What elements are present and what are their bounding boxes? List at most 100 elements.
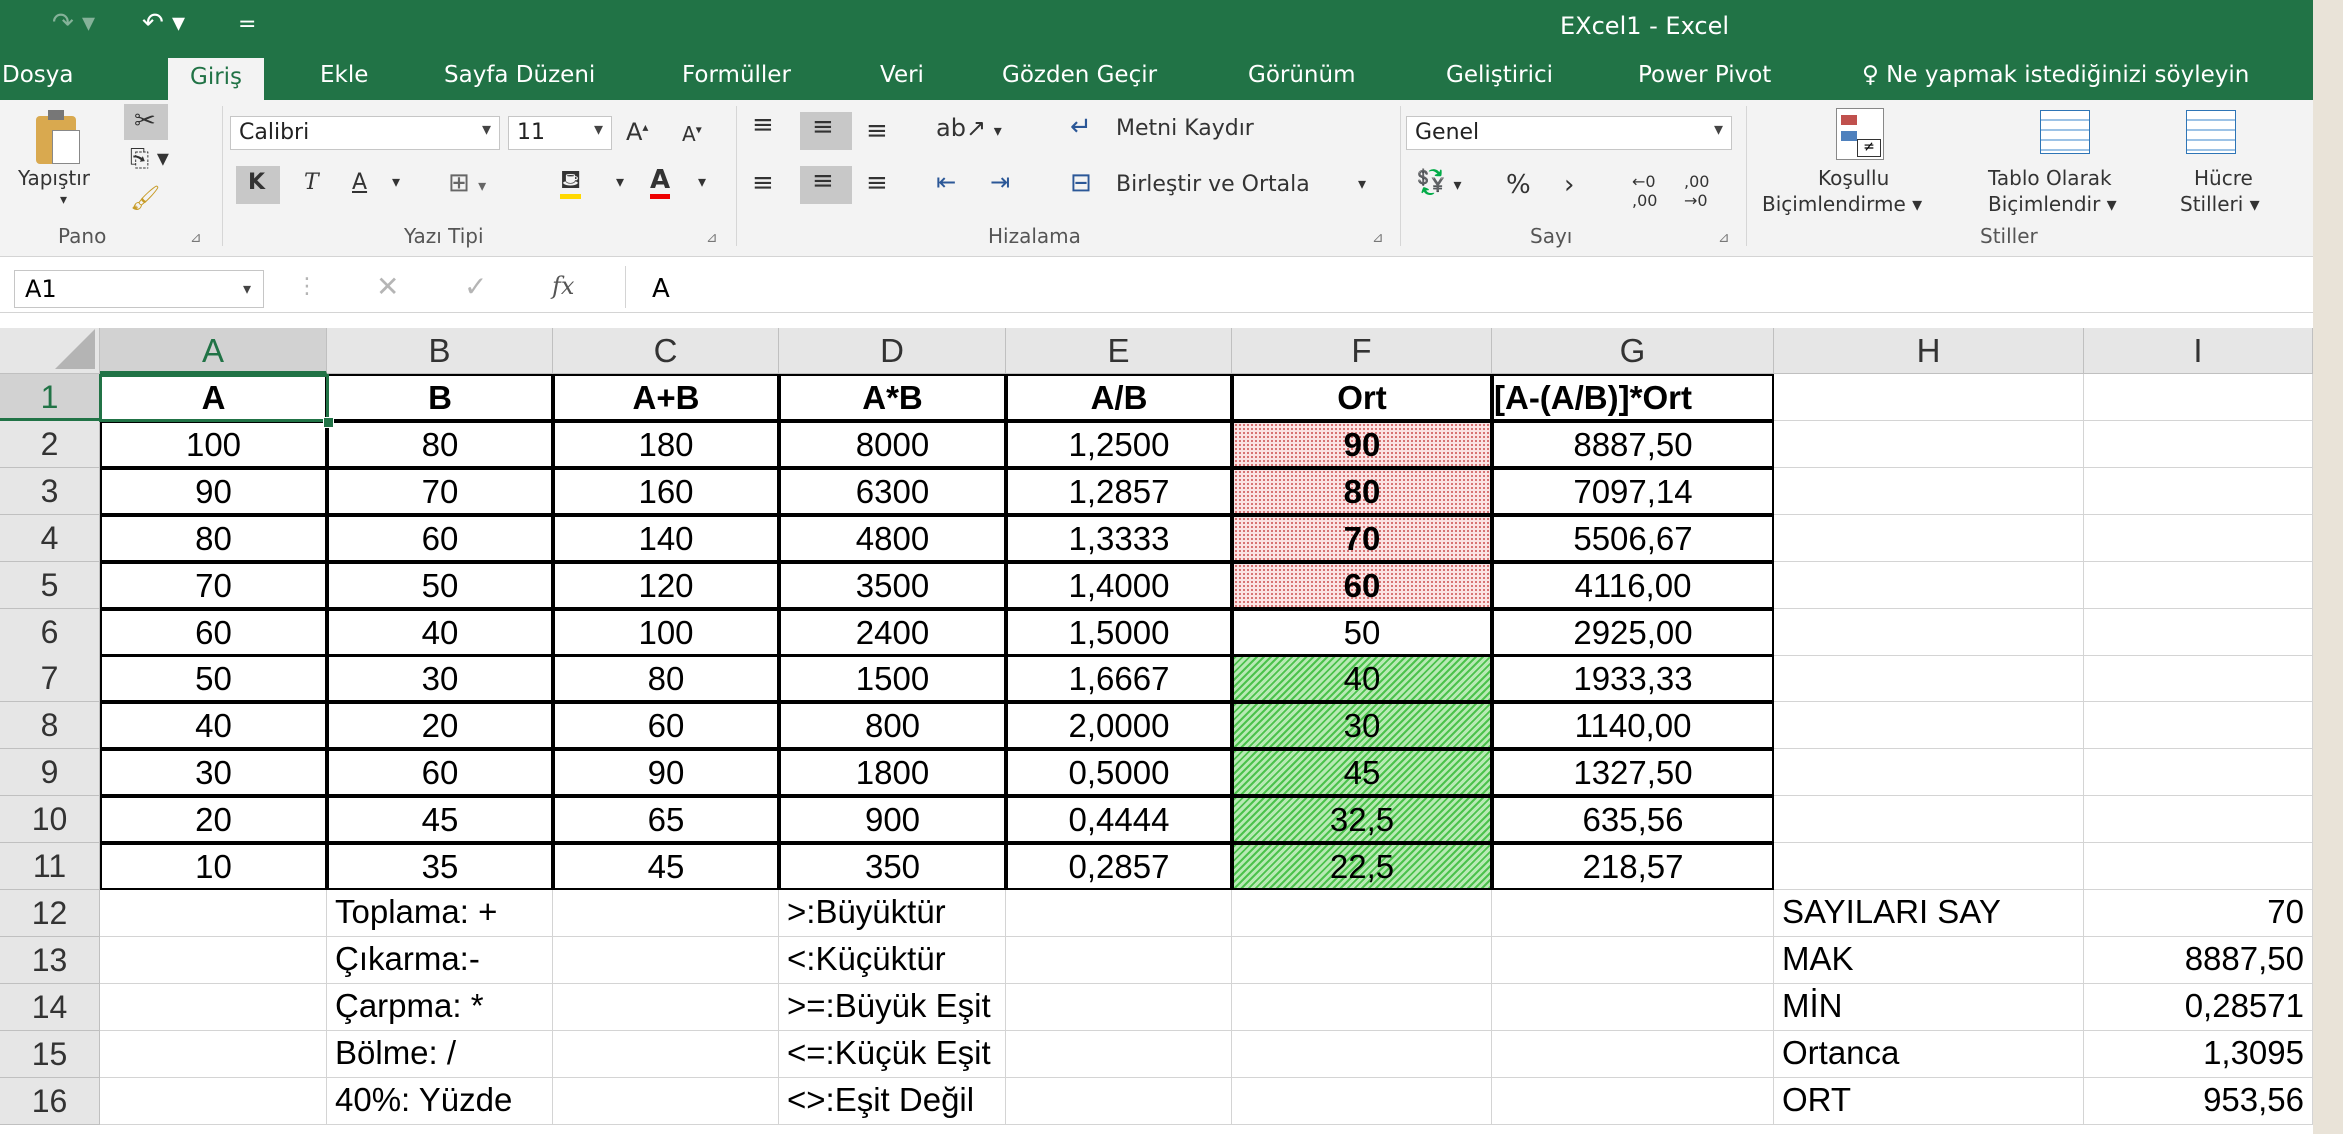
cell-b7[interactable]: 30 [327, 655, 553, 703]
cell-d9[interactable]: 1800 [779, 749, 1006, 797]
tab-power-pivot[interactable]: Power Pivot [1638, 62, 1771, 88]
cell-d8[interactable]: 800 [779, 702, 1006, 750]
cell-e16[interactable] [1006, 1077, 1232, 1125]
cell-b1[interactable]: B [327, 374, 553, 421]
row-header[interactable]: 8 [0, 702, 100, 750]
cell-d13[interactable]: <:Küçüktür [779, 936, 1006, 984]
cell-a7[interactable]: 50 [100, 655, 327, 703]
cell-c10[interactable]: 65 [553, 796, 779, 844]
tab-dosya[interactable]: Dosya [2, 62, 73, 88]
cell-f14[interactable] [1232, 983, 1492, 1031]
cell-h5[interactable] [1774, 561, 2084, 609]
cell-h9[interactable] [1774, 749, 2084, 797]
cell-h15[interactable]: Ortanca [1774, 1030, 2084, 1078]
cell-e15[interactable] [1006, 1030, 1232, 1078]
cell-g10[interactable]: 635,56 [1492, 796, 1774, 844]
cell-b9[interactable]: 60 [327, 749, 553, 797]
format-as-table-label1[interactable]: Tablo Olarak [1988, 166, 2112, 190]
column-header-d[interactable]: D [779, 328, 1006, 374]
cell-g14[interactable] [1492, 983, 1774, 1031]
cell-f10[interactable]: 32,5 [1232, 796, 1492, 844]
cell-b15[interactable]: Bölme: / [327, 1030, 553, 1078]
number-launcher-icon[interactable]: ⊿ [1718, 230, 1730, 246]
underline-button[interactable]: A [352, 170, 367, 195]
cell-h6[interactable] [1774, 608, 2084, 656]
cell-e9[interactable]: 0,5000 [1006, 749, 1232, 797]
cell-h10[interactable] [1774, 796, 2084, 844]
grow-font-icon[interactable]: A▴ [626, 118, 648, 146]
cell-i9[interactable] [2084, 749, 2313, 797]
cut-button[interactable]: ✂ [124, 104, 168, 140]
cell-d2[interactable]: 8000 [779, 420, 1006, 468]
cell-i14[interactable]: 0,28571 [2084, 983, 2313, 1031]
row-header[interactable]: 6 [0, 608, 100, 656]
cell-g7[interactable]: 1933,33 [1492, 655, 1774, 703]
tab-gözden-geçir[interactable]: Gözden Geçir [1002, 62, 1157, 88]
cell-d3[interactable]: 6300 [779, 467, 1006, 515]
decrease-decimal-icon[interactable]: ,00 →0 [1684, 172, 1709, 210]
cell-c1[interactable]: A+B [553, 374, 779, 421]
paste-button[interactable]: Yapıştır [18, 166, 90, 190]
column-header-g[interactable]: G [1492, 328, 1774, 374]
cell-e13[interactable] [1006, 936, 1232, 984]
cell-b5[interactable]: 50 [327, 561, 553, 609]
cell-f15[interactable] [1232, 1030, 1492, 1078]
cell-d15[interactable]: <=:Küçük Eşit [779, 1030, 1006, 1078]
cell-f7[interactable]: 40 [1232, 655, 1492, 703]
cell-d1[interactable]: A*B [779, 374, 1006, 421]
cell-a3[interactable]: 90 [100, 467, 327, 515]
cell-i5[interactable] [2084, 561, 2313, 609]
percent-button[interactable]: % [1506, 170, 1531, 200]
fill-handle[interactable] [323, 417, 334, 428]
row-header[interactable]: 12 [0, 889, 100, 937]
cell-a10[interactable]: 20 [100, 796, 327, 844]
cell-h3[interactable] [1774, 467, 2084, 515]
insert-function-icon[interactable]: fx [552, 272, 574, 300]
name-box[interactable]: A1 ▾ [14, 270, 264, 308]
cell-f12[interactable] [1232, 889, 1492, 937]
tab-geliştirici[interactable]: Geliştirici [1446, 62, 1553, 88]
column-header-b[interactable]: B [327, 328, 553, 374]
align-right-icon[interactable]: ≡ [866, 168, 888, 198]
cell-a13[interactable] [100, 936, 327, 984]
cell-i15[interactable]: 1,3095 [2084, 1030, 2313, 1078]
column-header-a[interactable]: A [100, 328, 327, 374]
row-header[interactable]: 11 [0, 843, 100, 890]
align-bottom-icon[interactable]: ≡ [866, 116, 888, 146]
cell-h8[interactable] [1774, 702, 2084, 750]
cell-e10[interactable]: 0,4444 [1006, 796, 1232, 844]
row-header[interactable]: 13 [0, 936, 100, 984]
bold-button[interactable]: K [236, 166, 280, 204]
cell-d5[interactable]: 3500 [779, 561, 1006, 609]
cell-e3[interactable]: 1,2857 [1006, 467, 1232, 515]
font-size-combo[interactable]: 11 ▾ [508, 116, 612, 150]
cell-a5[interactable]: 70 [100, 561, 327, 609]
orientation-icon[interactable]: ab↗ ▾ [936, 114, 1002, 142]
cell-styles-label2[interactable]: Stilleri ▾ [2180, 192, 2260, 216]
cell-g15[interactable] [1492, 1030, 1774, 1078]
cell-a16[interactable] [100, 1077, 327, 1125]
cell-g11[interactable]: 218,57 [1492, 843, 1774, 890]
cell-styles-label1[interactable]: Hücre [2194, 166, 2253, 190]
tab-veri[interactable]: Veri [880, 62, 924, 88]
increase-indent-icon[interactable]: ⇥ [990, 168, 1010, 196]
cell-h16[interactable]: ORT [1774, 1077, 2084, 1125]
row-header[interactable]: 16 [0, 1077, 100, 1125]
cell-f6[interactable]: 50 [1232, 608, 1492, 656]
font-color-icon[interactable]: A [650, 166, 671, 199]
cell-styles-icon[interactable] [2186, 110, 2236, 154]
row-header[interactable]: 15 [0, 1030, 100, 1078]
cell-c3[interactable]: 160 [553, 467, 779, 515]
accounting-format-icon[interactable]: 💱 ▾ [1416, 168, 1462, 196]
cell-i10[interactable] [2084, 796, 2313, 844]
merge-dropdown-icon[interactable]: ▾ [1358, 174, 1366, 193]
cell-f9[interactable]: 45 [1232, 749, 1492, 797]
cell-e6[interactable]: 1,5000 [1006, 608, 1232, 656]
cell-i1[interactable] [2084, 374, 2313, 421]
paste-dropdown-icon[interactable]: ▾ [60, 192, 67, 208]
shrink-font-icon[interactable]: A▾ [682, 122, 702, 146]
conditional-formatting-label2[interactable]: Biçimlendirme ▾ [1762, 192, 1922, 216]
cell-d4[interactable]: 4800 [779, 514, 1006, 562]
row-header[interactable]: 10 [0, 796, 100, 844]
cell-g8[interactable]: 1140,00 [1492, 702, 1774, 750]
